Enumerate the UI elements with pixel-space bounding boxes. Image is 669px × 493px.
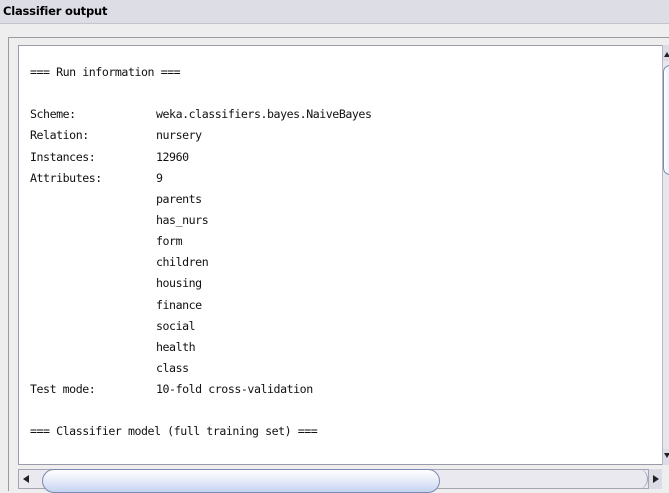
info-row-relation: Relation: nursery xyxy=(30,125,372,146)
info-value: 10-fold cross-validation xyxy=(156,382,313,397)
attribute-item: finance xyxy=(156,297,202,312)
attribute-item: has_nurs xyxy=(156,212,209,227)
info-value: weka.classifiers.bayes.NaiveBayes xyxy=(156,107,372,122)
scroll-track-end xyxy=(624,469,648,489)
info-row-instances: Instances: 12960 xyxy=(30,147,372,168)
attribute-item: form xyxy=(156,234,183,249)
scroll-up-icon[interactable] xyxy=(663,45,669,61)
info-key: Attributes: xyxy=(30,170,102,185)
run-info-header: === Run information === xyxy=(30,65,181,79)
vertical-scrollbar[interactable] xyxy=(662,45,669,465)
info-row-test-mode: Test mode: 10-fold cross-validation xyxy=(30,379,372,400)
attribute-item: class xyxy=(156,360,189,375)
scroll-left-icon[interactable] xyxy=(20,472,34,486)
info-key: Test mode: xyxy=(30,382,96,397)
info-row-scheme: Scheme: weka.classifiers.bayes.NaiveBayes xyxy=(30,104,372,125)
info-value: 12960 xyxy=(156,149,189,164)
panel-title: Classifier output xyxy=(0,0,669,24)
info-value: 9 xyxy=(156,170,163,185)
attribute-item: parents xyxy=(156,191,202,206)
scroll-down-icon[interactable] xyxy=(663,449,669,465)
output-text: === Run information === Scheme: weka.clas… xyxy=(30,62,372,443)
info-value: nursery xyxy=(156,128,202,143)
horizontal-scroll-thumb[interactable] xyxy=(42,469,440,493)
classifier-output-textarea[interactable]: === Run information === Scheme: weka.clas… xyxy=(18,45,662,465)
attribute-item: housing xyxy=(156,276,202,291)
model-header: === Classifier model (full training set)… xyxy=(30,424,318,439)
scroll-right-icon[interactable] xyxy=(648,469,662,489)
scrollbar-corner xyxy=(662,466,669,491)
attribute-item: social xyxy=(156,318,196,333)
info-row-attributes: Attributes: 9 xyxy=(30,168,372,189)
info-key: Instances: xyxy=(30,149,96,164)
vertical-scroll-thumb[interactable] xyxy=(663,65,669,175)
attribute-item: health xyxy=(156,339,196,354)
info-key: Relation: xyxy=(30,128,89,143)
info-key: Scheme: xyxy=(30,107,76,122)
horizontal-scrollbar[interactable] xyxy=(18,466,669,493)
attribute-item: children xyxy=(156,255,209,270)
